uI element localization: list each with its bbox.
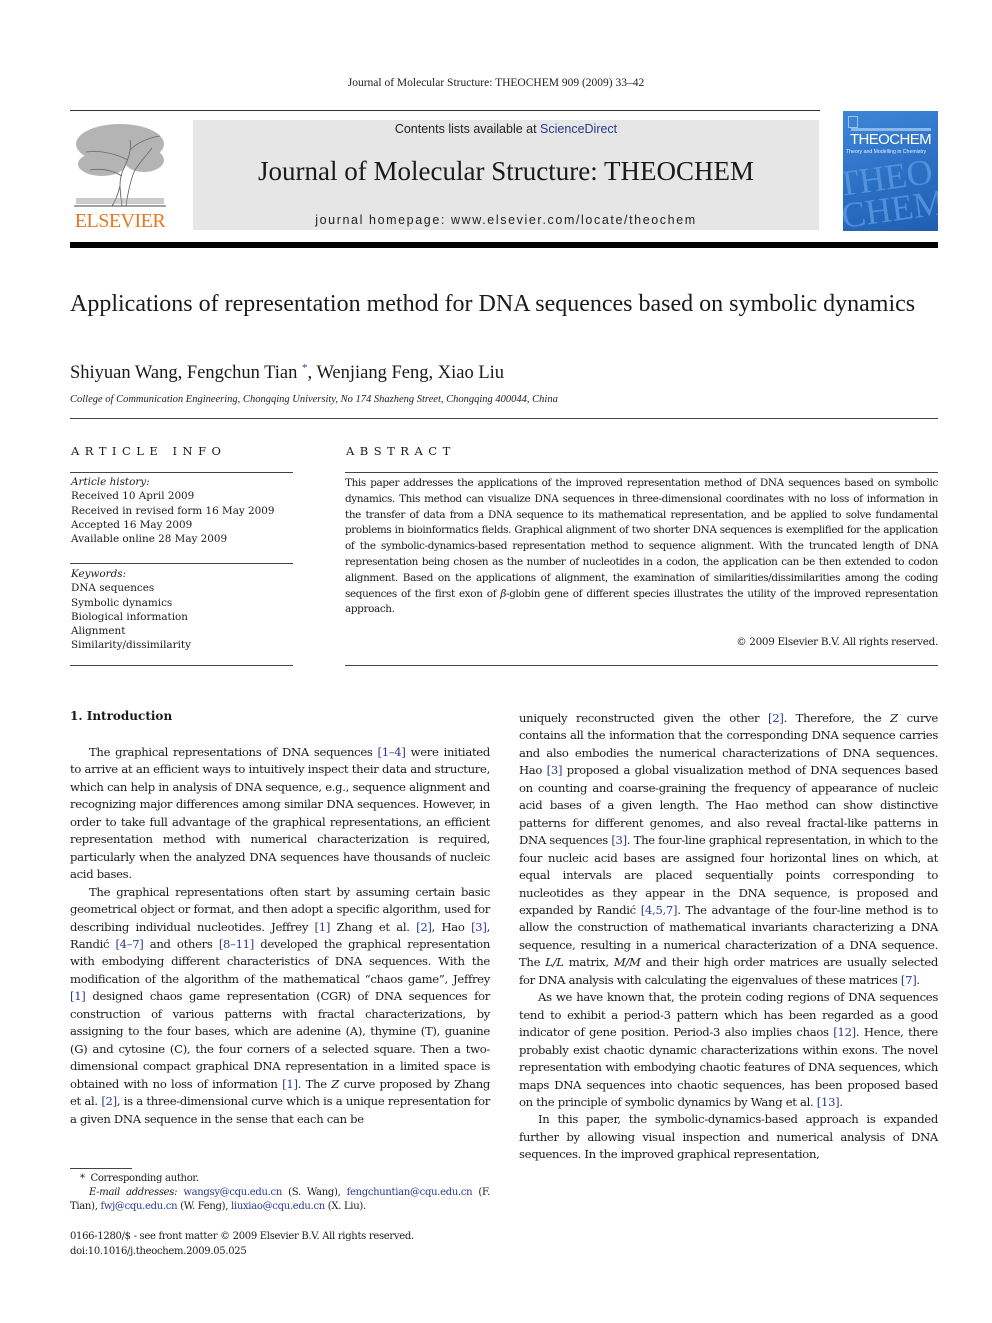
keyword-item: Biological information [71,610,188,623]
top-rule [70,110,820,111]
section-heading-introduction: 1. Introduction [70,709,173,723]
email-owner: (W. Feng) [180,1201,226,1212]
body-column-right: uniquely reconstructed given the other [… [519,710,938,1164]
keyword-item: Symbolic dynamics [71,596,173,609]
citation-link[interactable]: [1–4] [378,745,406,759]
tree-icon [74,124,166,207]
abstract-heading: ABSTRACT [346,444,456,458]
email-owner: (S. Wang) [288,1187,338,1198]
history-item: Received 10 April 2009 [71,490,195,503]
author-name: Fengchun Tian [186,363,298,384]
affiliation: College of Communication Engineering, Ch… [70,394,558,405]
email-note: E-mail addresses: wangsy@cqu.edu.cn (S. … [70,1187,490,1212]
citation-link[interactable]: [2] [101,1094,117,1108]
citation-link[interactable]: [7] [901,973,917,987]
email-link[interactable]: fwj@cqu.edu.cn [100,1201,177,1212]
citation-link[interactable]: [4,5,7] [641,903,678,917]
citation-link[interactable]: [2] [768,711,784,725]
abstract-rule [345,665,938,666]
math-symbol: Z [331,1076,340,1091]
math-symbol: M/M [613,955,641,970]
cover-background-text: THEO CHEM [843,151,938,231]
citation-link[interactable]: [3] [471,920,487,934]
masthead-thick-rule [70,242,938,248]
intro-paragraph: The graphical representations of DNA seq… [70,745,490,882]
journal-masthead: Contents lists available at ScienceDirec… [193,120,819,230]
history-item: Accepted 16 May 2009 [71,518,193,531]
corresponding-author-mark[interactable]: * [302,362,308,374]
article-info-rule [70,472,293,473]
author-list: Shiyuan Wang, Fengchun Tian *, Wenjiang … [70,362,505,384]
keyword-item: Alignment [71,625,126,638]
math-symbol: L/L [545,955,564,970]
article-info-rule [70,665,293,666]
author-name: Wenjiang Feng [316,363,429,384]
journal-cover-image[interactable]: THEOCHEM Theory and Modelling in Chemist… [843,111,938,231]
citation-link[interactable]: [13] [817,1095,840,1109]
corresponding-author-note: * Corresponding author. [70,1172,490,1186]
abstract-rule [345,472,938,473]
affiliation-rule [70,418,938,419]
article-info-heading: ARTICLE INFO [71,444,227,458]
article-info-rule [70,563,293,564]
citation-link[interactable]: [1] [282,1077,298,1091]
body-column-left: The graphical representations of DNA seq… [70,744,490,1128]
citation-link[interactable]: [8–11] [219,937,254,951]
email-label: E-mail addresses: [89,1187,178,1198]
footnotes: * Corresponding author. E-mail addresses… [70,1172,490,1214]
journal-homepage-link[interactable]: journal homepage: www.elsevier.com/locat… [193,213,819,227]
math-symbol: Z [890,711,898,725]
footnote-rule [70,1168,132,1169]
email-link[interactable]: wangsy@cqu.edu.cn [183,1187,282,1198]
cover-title: THEOCHEM [849,131,932,148]
citation-link[interactable]: [1] [315,920,331,934]
citation-link[interactable]: [2] [416,920,432,934]
email-link[interactable]: liuxiao@cqu.edu.cn [231,1201,325,1212]
intro-paragraph-continued: uniquely reconstructed given the other [… [519,711,938,987]
intro-paragraph: The graphical representations often star… [70,884,490,1126]
history-item: Received in revised form 16 May 2009 [71,504,275,517]
citation-link[interactable]: [1] [70,989,86,1003]
elsevier-logo[interactable]: ELSEVIER [70,118,170,233]
contents-line: Contents lists available at ScienceDirec… [193,122,819,136]
issn-line: 0166-1280/$ - see front matter © 2009 El… [70,1231,414,1242]
running-head: Journal of Molecular Structure: THEOCHEM… [347,77,645,89]
intro-paragraph: In this paper, the symbolic-dynamics-bas… [519,1112,938,1162]
contents-prefix: Contents lists available at [394,122,541,136]
cover-publisher-icon [848,116,858,128]
citation-link[interactable]: [12] [833,1025,856,1039]
citation-link[interactable]: [3] [547,763,563,777]
sciencedirect-link[interactable]: ScienceDirect [540,122,617,136]
email-link[interactable]: fengchuntian@cqu.edu.cn [347,1187,473,1198]
history-label: Article history: [71,476,150,488]
footnote-mark: * [80,1173,85,1184]
keyword-item: DNA sequences [71,582,155,595]
author-name: Xiao Liu [437,363,505,384]
intro-paragraph: As we have known that, the protein codin… [519,990,938,1109]
abstract-text: This paper addresses the applications of… [345,476,938,618]
elsevier-wordmark: ELSEVIER [74,210,166,232]
keyword-item: Similarity/dissimilarity [71,639,191,652]
front-matter: 0166-1280/$ - see front matter © 2009 El… [70,1230,490,1259]
email-owner: (X. Liu). [327,1201,366,1212]
citation-link[interactable]: [3] [611,833,627,847]
keywords-label: Keywords: [71,568,127,580]
journal-title: Journal of Molecular Structure: THEOCHEM [258,156,754,186]
abstract-copyright: © 2009 Elsevier B.V. All rights reserved… [736,636,938,648]
history-item: Available online 28 May 2009 [71,533,228,546]
keywords: Keywords: DNA sequences Symbolic dynamic… [71,567,296,653]
author-name: Shiyuan Wang [70,363,178,384]
doi-link[interactable]: doi:10.1016/j.theochem.2009.05.025 [70,1246,247,1257]
article-history: Article history: Received 10 April 2009 … [71,475,296,546]
citation-link[interactable]: [4–7] [115,937,143,951]
article-title: Applications of representation method fo… [70,291,916,317]
footnote-text: Corresponding author. [90,1173,199,1184]
abstract-text-part: This paper addresses the applications of… [345,477,938,600]
